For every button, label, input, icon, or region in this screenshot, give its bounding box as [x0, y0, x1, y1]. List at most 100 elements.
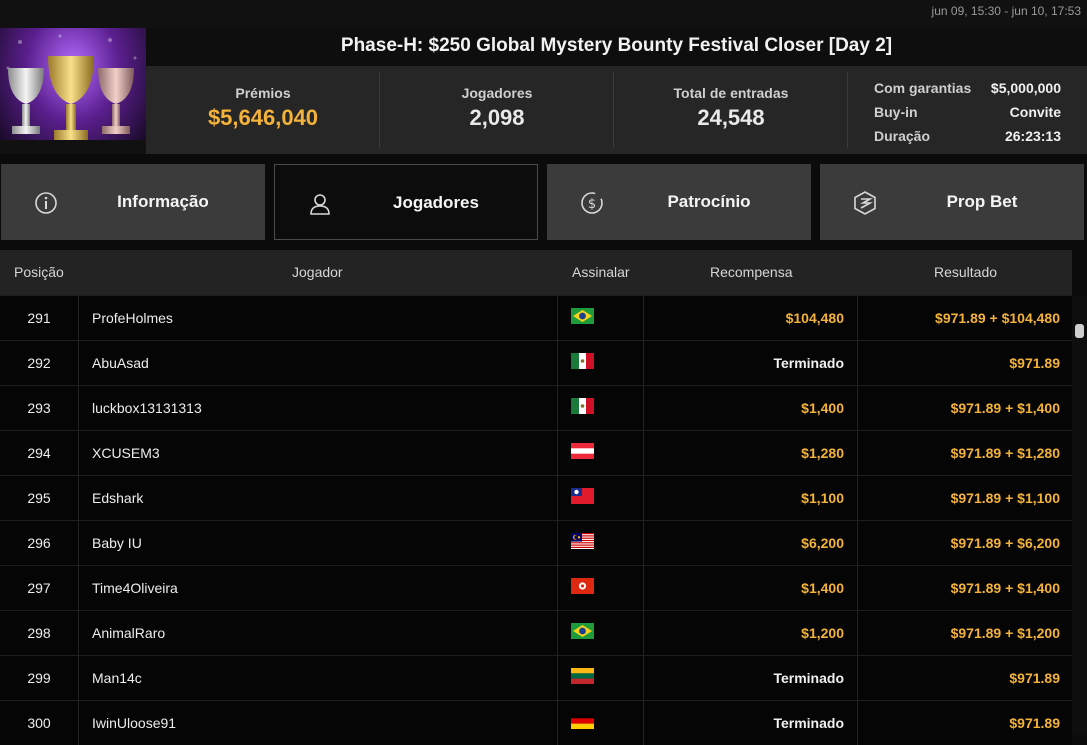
- tab-information[interactable]: Informação: [1, 164, 265, 240]
- austria-flag-icon: [571, 443, 594, 459]
- table-row[interactable]: 297 Time4Oliveira $1,400 $971.89 + $1,400: [0, 565, 1072, 610]
- tab-label: Informação: [117, 192, 209, 211]
- dollar-coin-icon: $: [581, 192, 603, 214]
- header-player[interactable]: Jogador: [292, 264, 343, 280]
- mexico-flag-icon: [571, 353, 594, 369]
- mexico-flag-icon: [571, 398, 594, 414]
- entries-label: Total de entradas: [673, 85, 789, 101]
- row-player-name[interactable]: Baby IU: [92, 521, 142, 565]
- lithuania-flag-icon: [571, 668, 594, 684]
- tournament-header: Phase-H: $250 Global Mystery Bounty Fest…: [0, 28, 1087, 154]
- row-player-name[interactable]: AbuAsad: [92, 341, 149, 385]
- row-result: $971.89 + $1,400: [950, 400, 1060, 416]
- germany-flag-icon: [571, 713, 594, 729]
- malaysia-flag-icon: [571, 533, 594, 549]
- header-sign[interactable]: Assinalar: [572, 264, 630, 280]
- row-result: $971.89 + $1,280: [950, 445, 1060, 461]
- row-reward: $1,200: [801, 625, 844, 641]
- detail-buyin: Buy-in Convite: [874, 100, 1061, 124]
- row-reward: $1,400: [801, 400, 844, 416]
- entries-value: 24,548: [697, 105, 765, 130]
- hong-kong-flag-icon: [571, 578, 594, 594]
- tab-bar: Informação Jogadores $ Patrocínio Prop B…: [0, 164, 1087, 241]
- detail-guarantee: Com garantias $5,000,000: [874, 76, 1061, 100]
- svg-text:$: $: [588, 197, 596, 212]
- detail-label: Buy-in: [874, 104, 918, 120]
- header-result[interactable]: Resultado: [934, 264, 997, 280]
- table-body: 291 ProfeHolmes $104,480 $971.89 + $104,480…: [0, 295, 1072, 745]
- row-reward: Terminado: [773, 670, 844, 686]
- players-value: 2,098: [469, 105, 525, 130]
- row-position: 292: [27, 355, 51, 371]
- row-position: 293: [27, 400, 51, 416]
- brazil-flag-icon: [571, 308, 594, 324]
- row-reward: Terminado: [773, 355, 844, 371]
- row-player-name[interactable]: Time4Oliveira: [92, 566, 178, 610]
- row-result: $971.89 + $1,400: [950, 580, 1060, 596]
- row-result: $971.89: [1009, 715, 1060, 731]
- tab-sponsorship[interactable]: $ Patrocínio: [547, 164, 811, 240]
- table-row[interactable]: 300 IwinUloose91 Terminado $971.89: [0, 700, 1072, 745]
- table-row[interactable]: 292 AbuAsad Terminado $971.89: [0, 340, 1072, 385]
- detail-value: 26:23:13: [1004, 128, 1061, 144]
- row-reward: $6,200: [801, 535, 844, 551]
- table-header: Posição Jogador Assinalar Recompensa Res…: [0, 250, 1072, 295]
- row-result: $971.89 + $104,480: [935, 310, 1060, 326]
- row-position: 300: [27, 715, 51, 731]
- table-row[interactable]: 293 luckbox13131313 $1,400 $971.89 + $1,400: [0, 385, 1072, 430]
- row-reward: Terminado: [773, 715, 844, 731]
- taiwan-flag-icon: [571, 488, 594, 504]
- header-reward[interactable]: Recompensa: [710, 264, 793, 280]
- detail-value: Convite: [1009, 104, 1061, 120]
- prizes-stat: Prémios $5,646,040: [146, 66, 380, 154]
- trophy-image: [0, 28, 146, 154]
- tab-label: Jogadores: [393, 193, 479, 212]
- tournament-title: Phase-H: $250 Global Mystery Bounty Fest…: [340, 35, 893, 56]
- row-reward: $1,100: [801, 490, 844, 506]
- tab-players[interactable]: Jogadores: [274, 164, 538, 240]
- row-position: 299: [27, 670, 51, 686]
- row-position: 294: [27, 445, 51, 461]
- row-player-name[interactable]: Edshark: [92, 476, 143, 520]
- prizes-label: Prémios: [235, 85, 291, 101]
- tab-prop-bet[interactable]: Prop Bet: [820, 164, 1084, 240]
- row-position: 298: [27, 625, 51, 641]
- header-position[interactable]: Posição: [14, 264, 64, 280]
- tournament-details: Com garantias $5,000,000 Buy-in Convite …: [848, 66, 1087, 154]
- table-row[interactable]: 294 XCUSEM3 $1,280 $971.89 + $1,280: [0, 430, 1072, 475]
- row-result: $971.89: [1009, 355, 1060, 371]
- user-icon: [310, 194, 330, 215]
- row-player-name[interactable]: Man14c: [92, 656, 142, 700]
- row-position: 295: [27, 490, 51, 506]
- entries-stat: Total de entradas 24,548: [614, 66, 848, 154]
- detail-label: Duração: [874, 128, 931, 144]
- brazil-flag-icon: [571, 623, 594, 639]
- players-table: Posição Jogador Assinalar Recompensa Res…: [0, 250, 1072, 745]
- players-label: Jogadores: [461, 85, 533, 101]
- detail-label: Com garantias: [874, 80, 972, 96]
- detail-value: $5,000,000: [990, 80, 1061, 96]
- row-position: 291: [27, 310, 51, 326]
- table-row[interactable]: 299 Man14c Terminado $971.89: [0, 655, 1072, 700]
- detail-duration: Duração 26:23:13: [874, 124, 1061, 148]
- row-position: 297: [27, 580, 51, 596]
- row-player-name[interactable]: XCUSEM3: [92, 431, 160, 475]
- row-player-name[interactable]: AnimalRaro: [92, 611, 165, 655]
- date-range: jun 09, 15:30 - jun 10, 17:53: [931, 4, 1081, 18]
- table-row[interactable]: 298 AnimalRaro $1,200 $971.89 + $1,200: [0, 610, 1072, 655]
- players-stat: Jogadores 2,098: [380, 66, 614, 154]
- row-reward: $1,280: [801, 445, 844, 461]
- scrollbar[interactable]: [1072, 296, 1087, 735]
- row-position: 296: [27, 535, 51, 551]
- scrollbar-thumb[interactable]: [1075, 324, 1084, 338]
- stats-panel: Prémios $5,646,040 Jogadores 2,098 Total…: [146, 66, 1087, 154]
- table-row[interactable]: 295 Edshark $1,100 $971.89 + $1,100: [0, 475, 1072, 520]
- tab-label: Patrocínio: [667, 192, 751, 211]
- table-row[interactable]: 296 Baby IU $6,200 $971.89 + $6,200: [0, 520, 1072, 565]
- info-icon: [35, 192, 57, 214]
- row-player-name[interactable]: IwinUloose91: [92, 701, 176, 745]
- table-row[interactable]: 291 ProfeHolmes $104,480 $971.89 + $104,480: [0, 295, 1072, 340]
- tab-label: Prop Bet: [946, 192, 1018, 211]
- row-player-name[interactable]: luckbox13131313: [92, 386, 202, 430]
- row-player-name[interactable]: ProfeHolmes: [92, 296, 173, 340]
